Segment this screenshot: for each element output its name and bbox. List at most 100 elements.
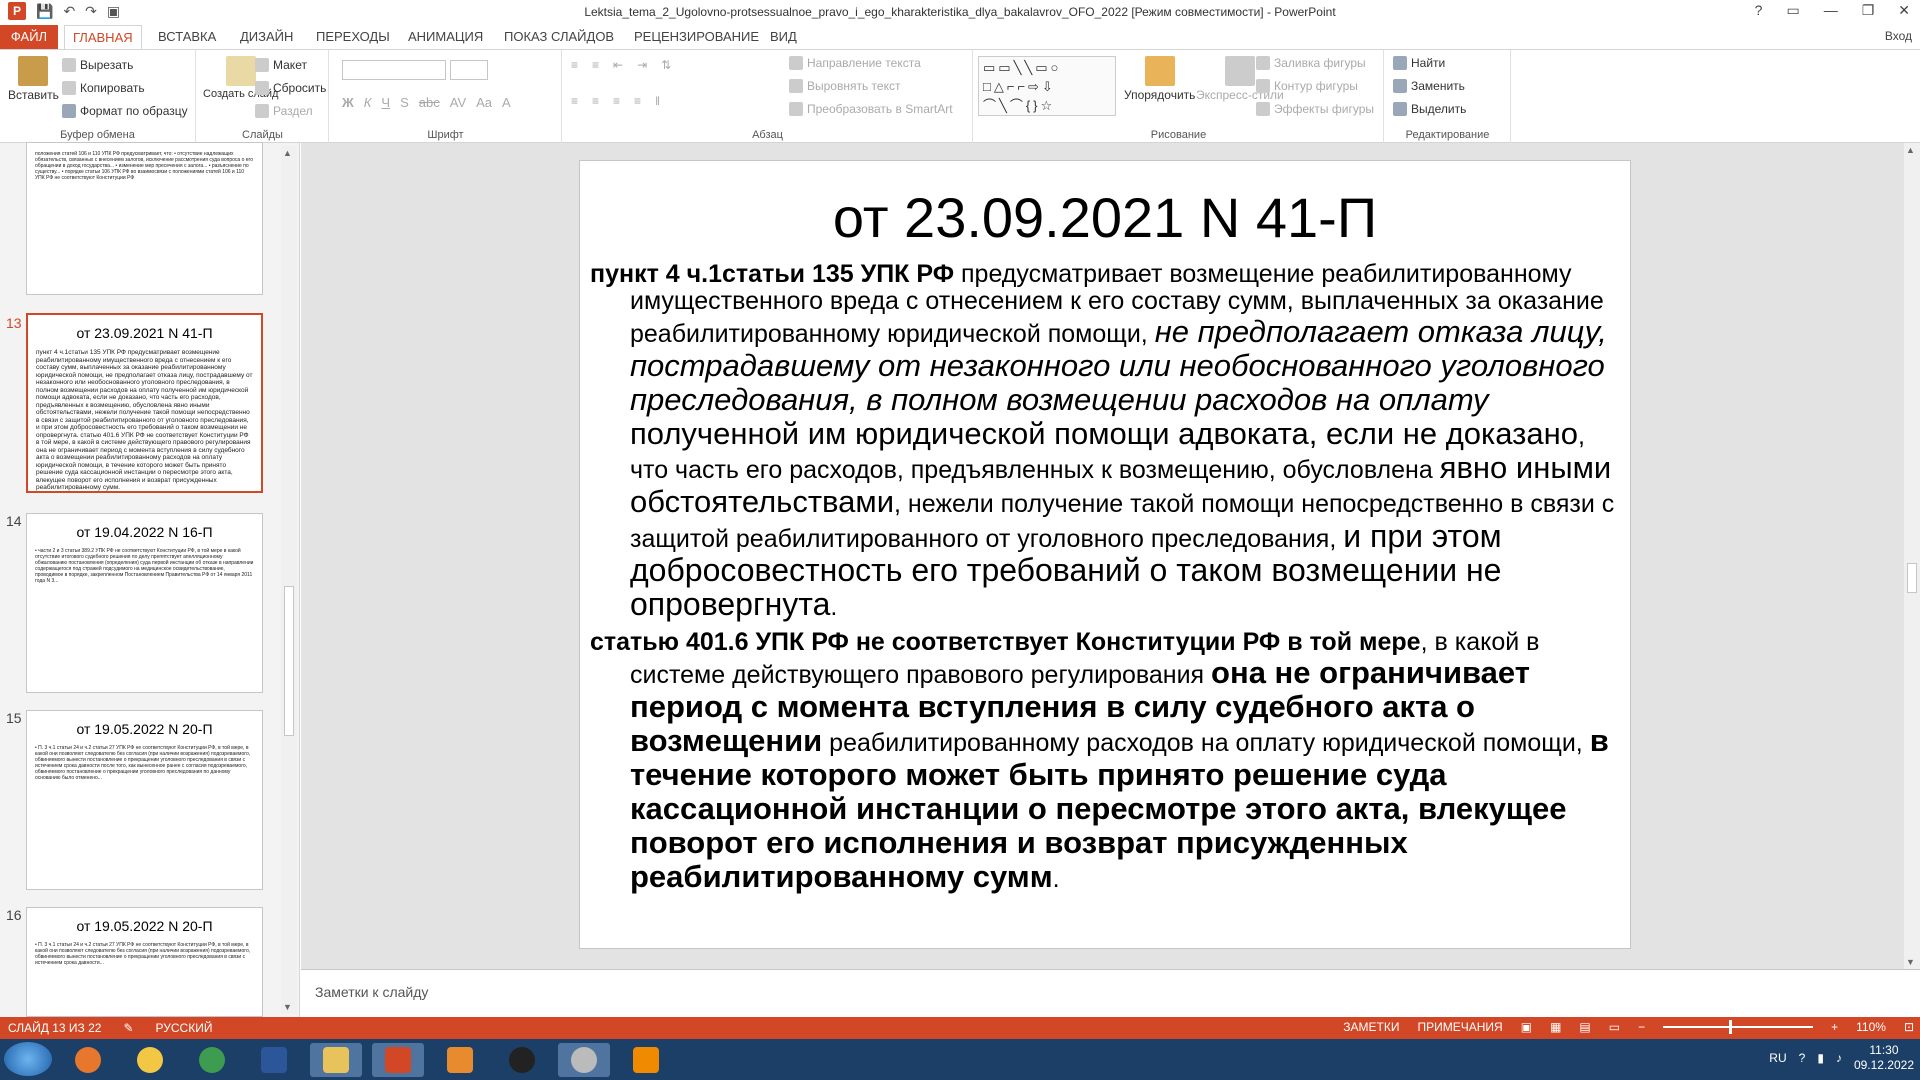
spellcheck-icon[interactable]: ✎ xyxy=(123,1021,133,1035)
slide-sorter-icon[interactable]: ▦ xyxy=(1550,1020,1561,1034)
slide-thumbnail[interactable]: от 19.04.2022 N 16-П • части 2 и 3 стать… xyxy=(26,513,263,693)
disc-icon[interactable] xyxy=(558,1043,610,1077)
zoom-level[interactable]: 110% xyxy=(1856,1020,1886,1034)
shape-outline-button[interactable]: Контур фигуры xyxy=(1256,79,1358,93)
tab-review[interactable]: РЕЦЕНЗИРОВАНИЕ xyxy=(626,25,767,49)
change-case-button[interactable]: Aa xyxy=(476,95,492,110)
select-button[interactable]: Выделить xyxy=(1393,102,1466,116)
slide-thumbnail[interactable]: от 19.05.2022 N 20-П • П. 3 ч.1 статьи 2… xyxy=(26,710,263,890)
scroll-down-icon[interactable]: ▼ xyxy=(1906,957,1915,967)
shape-effects-button[interactable]: Эффекты фигуры xyxy=(1256,102,1374,116)
justify-icon[interactable]: ≡ xyxy=(634,94,641,108)
text-direction-button[interactable]: Направление текста xyxy=(789,56,921,70)
slide-scrollbar[interactable]: ▲ ▼ xyxy=(1904,143,1920,969)
arrange-button[interactable]: Упорядочить xyxy=(1124,56,1195,102)
explorer-icon[interactable] xyxy=(310,1043,362,1077)
tab-file[interactable]: ФАЙЛ xyxy=(0,25,58,49)
slide-body[interactable]: пункт 4 ч.1статьи 135 УПК РФ предусматри… xyxy=(590,261,1616,902)
normal-view-icon[interactable]: ▣ xyxy=(1521,1020,1532,1034)
close-icon[interactable]: ✕ xyxy=(1898,2,1910,19)
find-button[interactable]: Найти xyxy=(1393,56,1445,70)
clock[interactable]: 11:30 09.12.2022 xyxy=(1854,1043,1914,1073)
slide-title[interactable]: от 23.09.2021 N 41-П xyxy=(580,185,1630,250)
restore-icon[interactable]: ❐ xyxy=(1862,2,1875,19)
slide-thumbnail-selected[interactable]: от 23.09.2021 N 41-П пункт 4 ч.1статьи 1… xyxy=(26,313,263,493)
shapes-gallery[interactable]: ▭▭╲╲▭○ □△⌐⌐⇨⇩ ⌒╲⌒{}☆ xyxy=(978,56,1116,116)
tab-transitions[interactable]: ПЕРЕХОДЫ xyxy=(308,25,398,49)
scroll-up-icon[interactable]: ▲ xyxy=(283,148,292,158)
bullets-icon[interactable]: ≡ xyxy=(571,58,578,72)
comments-button[interactable]: ПРИМЕЧАНИЯ xyxy=(1418,1020,1503,1034)
scroll-up-icon[interactable]: ▲ xyxy=(1906,145,1915,155)
keyboard-language[interactable]: RU xyxy=(1769,1051,1786,1065)
slide-thumbnail[interactable]: положения статей 106 и 110 УПК РФ предус… xyxy=(26,142,263,295)
media-player-icon[interactable] xyxy=(434,1043,486,1077)
chrome-icon[interactable] xyxy=(186,1043,238,1077)
tab-design[interactable]: ДИЗАЙН xyxy=(232,25,301,49)
volume-icon[interactable]: ♪ xyxy=(1836,1051,1842,1065)
format-painter-button[interactable]: Формат по образцу xyxy=(62,104,188,118)
scroll-down-icon[interactable]: ▼ xyxy=(283,1002,292,1012)
start-button-icon[interactable] xyxy=(4,1042,52,1076)
columns-icon[interactable]: ‖ xyxy=(655,94,660,108)
slide-canvas[interactable]: от 23.09.2021 N 41-П пункт 4 ч.1статьи 1… xyxy=(579,160,1631,949)
tab-slideshow[interactable]: ПОКАЗ СЛАЙДОВ xyxy=(496,25,622,49)
paste-button[interactable]: Вставить xyxy=(8,56,59,102)
italic-button[interactable]: К xyxy=(364,95,372,110)
slideshow-icon[interactable]: ▭ xyxy=(1609,1020,1620,1034)
headphones-icon[interactable] xyxy=(496,1043,548,1077)
copy-button[interactable]: Копировать xyxy=(62,81,145,95)
spacing-button[interactable]: AV xyxy=(450,95,466,110)
zoom-in-icon[interactable]: + xyxy=(1831,1020,1838,1034)
scroll-thumb[interactable] xyxy=(1907,563,1917,593)
numbering-icon[interactable]: ≡ xyxy=(592,58,599,72)
section-button[interactable]: Раздел xyxy=(255,104,313,118)
underline-button[interactable]: Ч xyxy=(381,95,390,110)
zoom-out-icon[interactable]: − xyxy=(1638,1020,1645,1034)
align-right-icon[interactable]: ≡ xyxy=(613,94,620,108)
shadow-button[interactable]: S xyxy=(400,95,409,110)
vlc-icon[interactable] xyxy=(620,1043,672,1077)
indent-icon[interactable]: ⇤ xyxy=(613,58,623,72)
fit-slide-icon[interactable]: ⊡ xyxy=(1904,1020,1914,1034)
notes-pane[interactable]: Заметки к слайду xyxy=(301,969,1920,1017)
tab-insert[interactable]: ВСТАВКА xyxy=(150,25,224,49)
minimize-icon[interactable]: — xyxy=(1824,2,1838,19)
zoom-slider-thumb[interactable] xyxy=(1729,1020,1733,1034)
slide-thumbnail[interactable]: от 19.05.2022 N 20-П • П. 3 ч.1 статьи 2… xyxy=(26,907,263,1017)
outdent-icon[interactable]: ⇥ xyxy=(637,58,647,72)
cut-button[interactable]: Вырезать xyxy=(62,58,133,72)
reset-button[interactable]: Сбросить xyxy=(255,81,326,95)
replace-button[interactable]: Заменить xyxy=(1393,79,1465,93)
shape-fill-button[interactable]: Заливка фигуры xyxy=(1256,56,1366,70)
notes-button[interactable]: ЗАМЕТКИ xyxy=(1343,1020,1399,1034)
tab-animation[interactable]: АНИМАЦИЯ xyxy=(400,25,491,49)
reading-view-icon[interactable]: ▤ xyxy=(1579,1020,1590,1034)
font-size-field[interactable] xyxy=(450,60,488,80)
word-icon[interactable] xyxy=(248,1043,300,1077)
tab-home[interactable]: ГЛАВНАЯ xyxy=(64,25,142,49)
yandex-browser-icon[interactable] xyxy=(124,1043,176,1077)
align-text-button[interactable]: Выровнять текст xyxy=(789,79,900,93)
ribbon-display-icon[interactable]: ▭ xyxy=(1786,2,1799,19)
powerpoint-icon[interactable] xyxy=(372,1043,424,1077)
zoom-slider[interactable] xyxy=(1663,1020,1814,1034)
align-center-icon[interactable]: ≡ xyxy=(592,94,599,108)
strikethrough-button[interactable]: abc xyxy=(419,95,440,110)
network-icon[interactable]: ▮ xyxy=(1817,1051,1824,1065)
bold-button[interactable]: Ж xyxy=(342,95,354,110)
tab-view[interactable]: ВИД xyxy=(762,25,805,49)
help-tray-icon[interactable]: ? xyxy=(1799,1051,1806,1065)
smartart-button[interactable]: Преобразовать в SmartArt xyxy=(789,102,953,116)
align-left-icon[interactable]: ≡ xyxy=(571,94,578,108)
layout-button[interactable]: Макет xyxy=(255,58,307,72)
help-icon[interactable]: ? xyxy=(1755,2,1763,19)
font-color-button[interactable]: A xyxy=(502,95,511,110)
sign-in-link[interactable]: Вход xyxy=(1885,29,1912,43)
language-indicator[interactable]: РУССКИЙ xyxy=(156,1021,213,1035)
thumbnails-scrollbar[interactable]: ▲ ▼ xyxy=(281,146,297,1014)
line-spacing-icon[interactable]: ⇅ xyxy=(661,58,671,72)
scroll-thumb[interactable] xyxy=(284,586,294,736)
firefox-icon[interactable] xyxy=(62,1043,114,1077)
font-name-field[interactable] xyxy=(342,60,446,80)
